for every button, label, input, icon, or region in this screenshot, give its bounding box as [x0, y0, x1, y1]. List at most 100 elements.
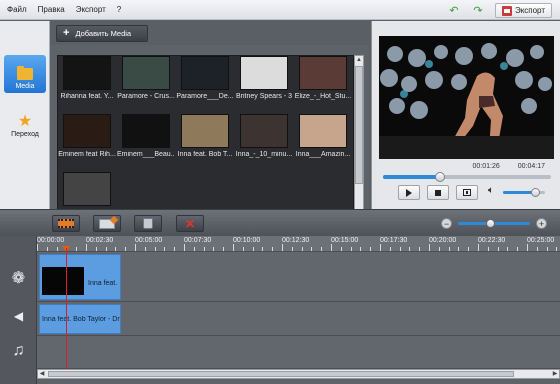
fullscreen-button[interactable] — [456, 185, 478, 200]
thumbnail-label: Paramore___De... — [176, 93, 234, 100]
delete-icon: ✕ — [184, 216, 196, 231]
scroll-left-icon[interactable]: ◀ — [38, 370, 46, 377]
zoom-handle[interactable] — [485, 219, 495, 228]
ruler-tick-mark — [536, 247, 538, 251]
video-preview[interactable] — [379, 36, 554, 159]
zoom-out-icon[interactable]: − — [441, 218, 452, 229]
ruler-tick-label: 00:02:30 — [86, 237, 114, 244]
export-button[interactable]: Экспорт — [494, 3, 552, 18]
ruler-tick-mark — [233, 244, 234, 251]
menu-edit[interactable]: Правка — [34, 5, 69, 14]
menu-export[interactable]: Экспорт — [72, 5, 110, 14]
menu-help[interactable]: ? — [113, 5, 125, 14]
menu-bar: Файл Правка Экспорт ? ↶ ↷ Экспорт — [0, 0, 560, 20]
timeline-scrollbar[interactable]: ◀ ▶ — [37, 369, 560, 379]
scroll-thumb[interactable] — [355, 66, 363, 184]
ruler-tick-mark — [291, 247, 293, 251]
ruler-tick-mark — [37, 244, 38, 251]
audio-clip[interactable]: Inna feat. Bob Taylor - Dr — [39, 304, 121, 334]
media-thumbnail[interactable]: Inna_-_10_minu... — [235, 114, 293, 158]
media-thumbnail[interactable]: Paramore - Crus... — [117, 56, 175, 100]
audio-track[interactable]: Inna feat. Bob Taylor - Dr — [37, 302, 560, 336]
ruler-tick-label: 00:15:00 — [331, 237, 359, 244]
thumbnail-label: Inna___Amazin... — [295, 151, 351, 158]
video-track[interactable]: Inna feat. — [37, 252, 560, 302]
ruler-tick-mark — [311, 247, 313, 251]
ruler-tick-mark — [497, 247, 499, 251]
ruler-tick-mark — [56, 247, 58, 251]
menu-file[interactable]: Файл — [3, 5, 31, 14]
volume-handle[interactable] — [530, 188, 540, 197]
playhead[interactable] — [66, 248, 67, 373]
video-clip[interactable]: Inna feat. — [39, 254, 121, 300]
redo-icon[interactable]: ↷ — [471, 4, 485, 18]
stop-button[interactable] — [427, 185, 449, 200]
plus-icon: + — [63, 27, 70, 39]
menu-right-tools: ↶ ↷ Экспорт — [447, 3, 552, 18]
trash-button[interactable] — [134, 215, 162, 232]
media-thumbnail[interactable]: Eminem___Beau... — [117, 114, 175, 158]
ruler-tick-mark — [331, 244, 332, 251]
ruler-tick-mark — [252, 247, 254, 251]
play-button[interactable] — [398, 185, 420, 200]
timeline: ❁ ◀︎ ♫ 00:00:00 00:02:30 00:05:00 00:07:30 0… — [0, 236, 560, 384]
ruler-tick-mark — [399, 247, 401, 251]
media-thumbnail[interactable]: Inna___Amazin... — [294, 114, 352, 158]
library-scrollbar[interactable]: ▲ ▼ — [354, 55, 364, 217]
add-media-button[interactable]: + Добавить Media — [56, 25, 148, 42]
scroll-right-icon[interactable]: ▶ — [551, 370, 559, 377]
clip-thumbnail — [42, 267, 84, 295]
ruler-tick-mark — [389, 247, 391, 251]
ruler-tick-mark — [193, 247, 195, 251]
media-thumbnail[interactable] — [58, 172, 116, 209]
thumbnail-label: Eminem___Beau... — [117, 151, 175, 158]
seek-slider[interactable] — [383, 172, 551, 182]
audio-clip-label: Inna feat. Bob Taylor - Dr — [42, 316, 120, 323]
ruler-tick-mark — [468, 247, 470, 251]
ruler-tick-mark — [46, 247, 48, 251]
thumbnail-image — [122, 56, 170, 90]
media-thumbnail[interactable]: Elize_-_Hot_Stu... — [294, 56, 352, 100]
media-thumbnail[interactable]: Rihanna feat. Y... — [58, 56, 116, 100]
sidebar-item-transition-label: Переход — [11, 131, 39, 138]
sidebar-item-transition[interactable]: ★ Переход — [4, 103, 46, 141]
edit-clip-button[interactable] — [93, 215, 121, 232]
thumbnail-label: Britney Spears - 3 — [235, 93, 293, 100]
seek-handle[interactable] — [435, 172, 446, 182]
media-thumbnail[interactable]: Britney Spears - 3 — [235, 56, 293, 100]
preview-panel: 00:01:26 00:04:17 🔈︎ — [371, 21, 560, 209]
ruler-tick-mark — [429, 244, 430, 251]
ruler-tick-mark — [213, 247, 215, 251]
thumbnail-image — [240, 114, 288, 148]
ruler-tick-mark — [223, 247, 225, 251]
ruler-tick-mark — [546, 247, 548, 251]
ruler-tick-mark — [95, 247, 97, 251]
video-clip-label: Inna feat. — [88, 280, 118, 287]
ruler-tick-mark — [438, 247, 440, 251]
sidebar-item-media[interactable]: Media — [4, 55, 46, 93]
star-icon: ★ — [17, 113, 33, 130]
thumbnail-image — [122, 114, 170, 148]
media-thumbnail[interactable]: Eminem feat Rih... — [58, 114, 116, 158]
total-time: 00:04:17 — [517, 163, 545, 170]
scroll-up-icon[interactable]: ▲ — [355, 56, 363, 64]
timeline-ruler[interactable]: 00:00:00 00:02:30 00:05:00 00:07:30 00:10:00… — [37, 236, 560, 252]
timeline-scroll-thumb[interactable] — [48, 371, 514, 377]
zoom-slider[interactable] — [458, 219, 530, 228]
thumbnail-label: Eminem feat Rih... — [58, 151, 116, 158]
media-thumbnail[interactable]: Inna feat. Bob T... — [176, 114, 234, 158]
music-track[interactable] — [37, 336, 560, 369]
ruler-tick-mark — [360, 247, 362, 251]
ruler-tick-mark — [478, 244, 479, 251]
add-clip-button[interactable] — [52, 215, 80, 232]
media-thumbnail[interactable]: Paramore___De... — [176, 56, 234, 100]
delete-button[interactable]: ✕ — [176, 215, 204, 232]
ruler-tick-mark — [321, 247, 323, 251]
volume-slider[interactable] — [503, 188, 545, 197]
ruler-tick-label: 00:07:30 — [184, 237, 212, 244]
ruler-tick-label: 00:25:00 — [527, 237, 555, 244]
zoom-in-icon[interactable]: + — [536, 218, 547, 229]
undo-icon[interactable]: ↶ — [447, 4, 461, 18]
ruler-tick-mark — [125, 247, 127, 251]
volume-icon[interactable]: 🔈︎ — [488, 185, 494, 196]
